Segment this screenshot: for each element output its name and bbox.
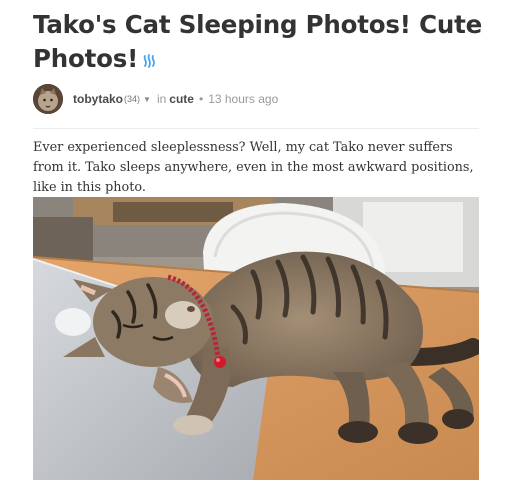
post-body-text: Ever experienced sleeplessness? Well, my… (33, 140, 474, 195)
cat-photo-illustration (33, 197, 479, 480)
author-reputation: (34) (124, 94, 141, 104)
post-meta: tobytako (34) ▼ in cute • 13 hours ago (33, 84, 278, 114)
meta-separator: • (198, 92, 204, 106)
post-title-text: Tako's Cat Sleeping Photos! Cute Photos! (33, 10, 483, 73)
avatar[interactable] (33, 84, 63, 114)
post-image-cat-on-laptop (33, 197, 479, 480)
in-label: in (156, 92, 167, 106)
steem-icon (142, 43, 158, 77)
divider (33, 128, 479, 129)
post-timestamp[interactable]: 13 hours ago (208, 92, 278, 106)
category-link[interactable]: cute (169, 92, 194, 106)
caret-down-icon[interactable]: ▼ (143, 95, 151, 104)
post-title: Tako's Cat Sleeping Photos! Cute Photos! (33, 8, 483, 77)
post: Tako's Cat Sleeping Photos! Cute Photos!… (0, 0, 511, 480)
author-link[interactable]: tobytako (73, 92, 123, 106)
